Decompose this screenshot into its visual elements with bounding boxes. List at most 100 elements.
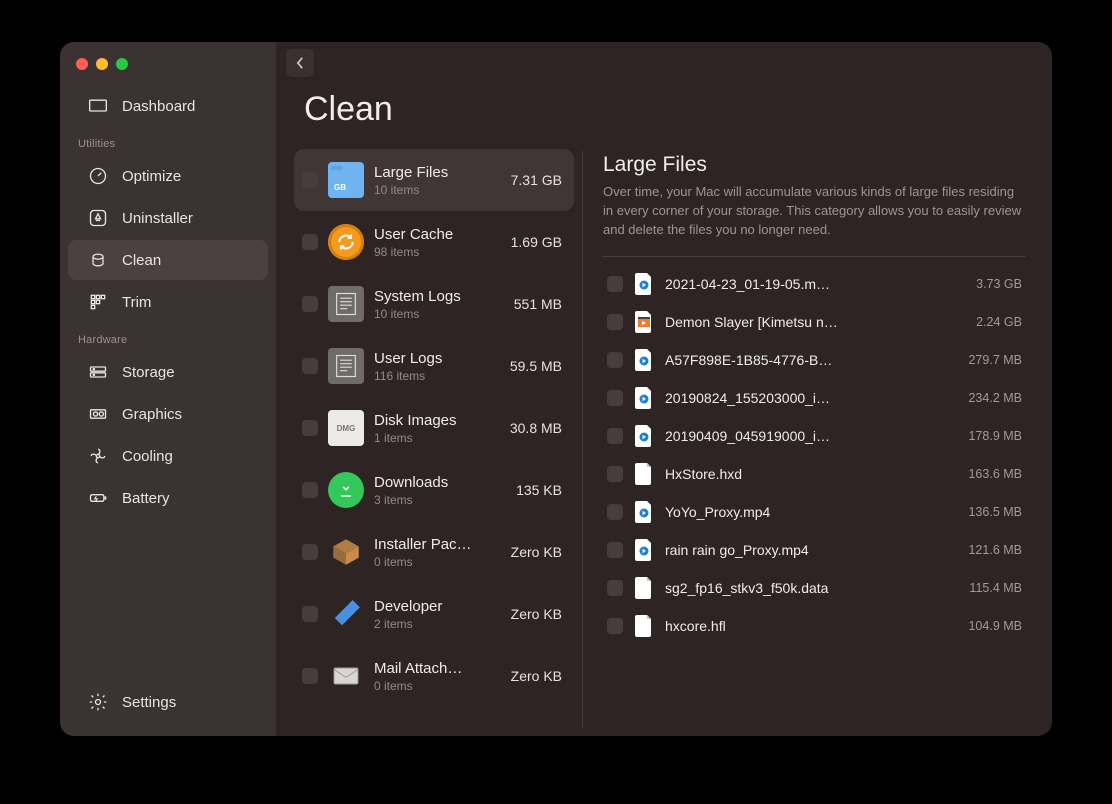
file-checkbox[interactable] xyxy=(607,504,623,520)
file-checkbox[interactable] xyxy=(607,428,623,444)
sidebar-section-label: Hardware xyxy=(60,324,276,350)
file-checkbox[interactable] xyxy=(607,542,623,558)
close-window-button[interactable] xyxy=(76,58,88,70)
file-checkbox[interactable] xyxy=(607,580,623,596)
file-type-icon xyxy=(635,577,653,599)
category-checkbox[interactable] xyxy=(302,296,318,312)
file-name: YoYo_Proxy.mp4 xyxy=(665,504,956,520)
sidebar-item-label: Uninstaller xyxy=(122,210,193,227)
sidebar-section-label: Utilities xyxy=(60,128,276,154)
file-row[interactable]: 20190409_045919000_i…178.9 MB xyxy=(603,417,1026,455)
detail-heading: Large Files xyxy=(603,153,1026,177)
file-row[interactable]: rain rain go_Proxy.mp4121.6 MB xyxy=(603,531,1026,569)
category-size: 1.69 GB xyxy=(511,234,562,250)
category-icon: GB xyxy=(328,162,364,198)
category-row[interactable]: User Cache98 items1.69 GB xyxy=(294,211,574,273)
file-size: 178.9 MB xyxy=(968,429,1022,443)
sidebar-item-label: Cooling xyxy=(122,448,173,465)
category-icon xyxy=(328,348,364,384)
category-icon xyxy=(328,658,364,694)
file-checkbox[interactable] xyxy=(607,390,623,406)
category-checkbox[interactable] xyxy=(302,482,318,498)
app-window: Dashboard UtilitiesOptimize Uninstaller Cl… xyxy=(60,42,1052,736)
category-size: 551 MB xyxy=(514,296,562,312)
category-subtitle: 0 items xyxy=(374,679,501,693)
category-checkbox[interactable] xyxy=(302,358,318,374)
sidebar-item-cooling[interactable]: Cooling xyxy=(68,436,268,476)
sidebar-item-optimize[interactable]: Optimize xyxy=(68,156,268,196)
category-labels: User Logs116 items xyxy=(374,350,500,383)
file-row[interactable]: Demon Slayer [Kimetsu n…2.24 GB xyxy=(603,303,1026,341)
file-size: 121.6 MB xyxy=(968,543,1022,557)
detail-divider xyxy=(603,256,1026,257)
file-row[interactable]: hxcore.hfl104.9 MB xyxy=(603,607,1026,645)
category-size: 30.8 MB xyxy=(510,420,562,436)
category-subtitle: 98 items xyxy=(374,245,501,259)
battery-icon xyxy=(88,488,108,508)
minimize-window-button[interactable] xyxy=(96,58,108,70)
category-row[interactable]: System Logs10 items 551 MB xyxy=(294,273,574,335)
category-labels: Large Files10 items xyxy=(374,164,501,197)
category-labels: Downloads3 items xyxy=(374,474,506,507)
category-labels: Installer Pac…0 items xyxy=(374,536,501,569)
category-checkbox[interactable] xyxy=(302,606,318,622)
sidebar-item-graphics[interactable]: Graphics xyxy=(68,394,268,434)
sidebar-item-uninstaller[interactable]: Uninstaller xyxy=(68,198,268,238)
sidebar-item-label: Graphics xyxy=(122,406,182,423)
sidebar-item-settings[interactable]: Settings xyxy=(68,682,268,722)
zoom-window-button[interactable] xyxy=(116,58,128,70)
detail-pane: Large Files Over time, your Mac will acc… xyxy=(583,143,1052,736)
file-row[interactable]: 2021-04-23_01-19-05.m…3.73 GB xyxy=(603,265,1026,303)
file-type-icon xyxy=(635,615,653,637)
category-row[interactable]: GBLarge Files10 items7.31 GB xyxy=(294,149,574,211)
file-list: 2021-04-23_01-19-05.m…3.73 GBDemon Slaye… xyxy=(603,265,1026,730)
sidebar-item-trim[interactable]: Trim xyxy=(68,282,268,322)
sidebar-item-label: Clean xyxy=(122,252,161,269)
sidebar-item-battery[interactable]: Battery xyxy=(68,478,268,518)
file-type-icon xyxy=(635,273,653,295)
category-labels: System Logs10 items xyxy=(374,288,504,321)
category-row[interactable]: Downloads3 items 135 KB xyxy=(294,459,574,521)
category-subtitle: 0 items xyxy=(374,555,501,569)
category-size: 135 KB xyxy=(516,482,562,498)
category-row[interactable]: Mail Attach…0 itemsZero KB xyxy=(294,645,574,707)
file-name: sg2_fp16_stkv3_f50k.data xyxy=(665,580,957,596)
file-row[interactable]: sg2_fp16_stkv3_f50k.data115.4 MB xyxy=(603,569,1026,607)
file-name: HxStore.hxd xyxy=(665,466,956,482)
sidebar-item-clean[interactable]: Clean xyxy=(68,240,268,280)
file-checkbox[interactable] xyxy=(607,276,623,292)
category-name: Disk Images xyxy=(374,412,500,429)
category-row[interactable]: Installer Pac…0 items Zero KB xyxy=(294,521,574,583)
category-checkbox[interactable] xyxy=(302,668,318,684)
category-row[interactable]: User Logs116 items59.5 MB xyxy=(294,335,574,397)
category-size: Zero KB xyxy=(511,544,562,560)
file-row[interactable]: YoYo_Proxy.mp4 136.5 MB xyxy=(603,493,1026,531)
back-button[interactable] xyxy=(286,49,314,77)
category-checkbox[interactable] xyxy=(302,172,318,188)
category-row[interactable]: Developer2 itemsZero KB xyxy=(294,583,574,645)
file-type-icon xyxy=(635,539,653,561)
file-size: 136.5 MB xyxy=(968,505,1022,519)
sidebar-item-storage[interactable]: Storage xyxy=(68,352,268,392)
category-checkbox[interactable] xyxy=(302,420,318,436)
file-checkbox[interactable] xyxy=(607,314,623,330)
appstore-icon xyxy=(88,208,108,228)
file-row[interactable]: A57F898E-1B85-4776-B…279.7 MB xyxy=(603,341,1026,379)
hdd-icon xyxy=(88,362,108,382)
category-subtitle: 10 items xyxy=(374,307,504,321)
sidebar-item-dashboard[interactable]: Dashboard xyxy=(68,86,268,126)
category-row[interactable]: DMGDisk Images1 items30.8 MB xyxy=(294,397,574,459)
category-checkbox[interactable] xyxy=(302,234,318,250)
file-size: 234.2 MB xyxy=(968,391,1022,405)
trash-icon xyxy=(88,250,108,270)
file-row[interactable]: 20190824_155203000_i…234.2 MB xyxy=(603,379,1026,417)
category-subtitle: 116 items xyxy=(374,369,500,383)
file-checkbox[interactable] xyxy=(607,618,623,634)
file-size: 104.9 MB xyxy=(968,619,1022,633)
category-checkbox[interactable] xyxy=(302,544,318,560)
file-row[interactable]: HxStore.hxd163.6 MB xyxy=(603,455,1026,493)
file-checkbox[interactable] xyxy=(607,466,623,482)
gauge-icon xyxy=(88,166,108,186)
category-icon xyxy=(328,224,364,260)
file-checkbox[interactable] xyxy=(607,352,623,368)
